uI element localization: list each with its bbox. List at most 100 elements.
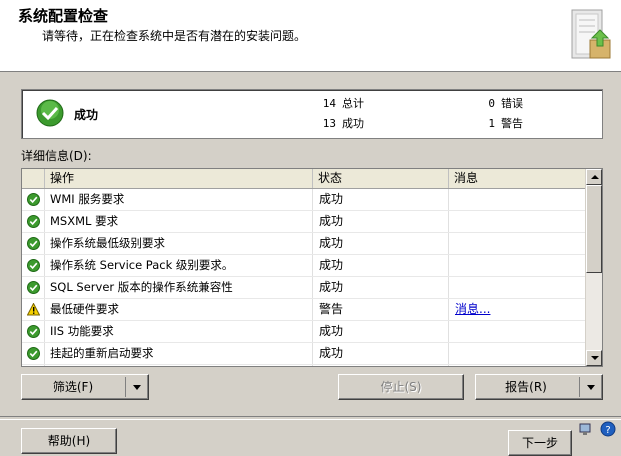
success-count: 13 <box>322 117 336 130</box>
stop-button[interactable]: 停止(S) <box>338 374 464 400</box>
row-status-icon-cell <box>22 343 45 364</box>
warning-icon <box>27 303 40 316</box>
page-title: 系统配置检查 <box>18 7 109 25</box>
success-label: 成功 <box>342 117 364 130</box>
table-row[interactable]: 性能监视器计数器要求成功 <box>22 365 585 366</box>
svg-text:?: ? <box>605 425 610 436</box>
table-row[interactable]: 挂起的重新启动要求 成功 <box>22 343 585 365</box>
arrow-up-icon <box>591 175 599 179</box>
table-row[interactable]: IIS 功能要求 成功 <box>22 321 585 343</box>
vertical-scrollbar[interactable] <box>585 169 602 366</box>
status-cell: 成功 <box>313 321 449 342</box>
report-button-label: 报告(R) <box>505 380 547 394</box>
table-row[interactable]: SQL Server 版本的操作系统兼容性 成功 <box>22 277 585 299</box>
row-status-icon-cell <box>22 255 45 276</box>
next-button[interactable]: 下一步 <box>508 430 572 456</box>
status-cell: 成功 <box>313 255 449 276</box>
warning-count: 1 <box>488 117 495 130</box>
operation-cell: 性能监视器计数器要求 <box>45 365 313 366</box>
row-status-icon-cell <box>22 233 45 254</box>
table-row[interactable]: 操作系统最低级别要求 成功 <box>22 233 585 255</box>
summary-panel: 成功 14 总计 13 成功 0 错误 1 警告 <box>21 89 603 139</box>
message-cell <box>449 255 585 276</box>
operation-cell: SQL Server 版本的操作系统兼容性 <box>45 277 313 298</box>
filter-button-label: 筛选(F) <box>52 380 94 394</box>
success-icon <box>27 347 40 360</box>
success-check-icon <box>36 99 64 127</box>
total-stat: 14 总计 <box>320 95 364 111</box>
report-dropdown-toggle[interactable] <box>579 377 602 397</box>
error-count: 0 <box>488 97 495 110</box>
row-status-icon-cell <box>22 299 45 320</box>
table-row[interactable]: 操作系统 Service Pack 级别要求。 成功 <box>22 255 585 277</box>
column-header-message[interactable]: 消息 <box>449 169 585 188</box>
network-icon[interactable] <box>578 421 594 437</box>
scroll-down-button[interactable] <box>586 350 602 366</box>
status-cell: 警告 <box>313 299 449 320</box>
row-status-icon-cell <box>22 189 45 210</box>
success-icon <box>27 325 40 338</box>
operation-cell: IIS 功能要求 <box>45 321 313 342</box>
message-cell <box>449 365 585 366</box>
dropdown-arrow-icon <box>133 385 141 390</box>
details-label: 详细信息(D): <box>21 149 92 163</box>
status-cell: 成功 <box>313 343 449 364</box>
success-icon <box>27 237 40 250</box>
column-header-status[interactable]: 状态 <box>313 169 449 188</box>
success-icon <box>27 193 40 206</box>
row-status-icon-cell <box>22 277 45 298</box>
warning-label: 警告 <box>501 117 523 130</box>
table-row[interactable]: WMI 服务要求 成功 <box>22 189 585 211</box>
status-cell: 成功 <box>313 233 449 254</box>
message-cell <box>449 277 585 298</box>
column-header-icon[interactable] <box>22 169 45 188</box>
message-cell <box>449 343 585 364</box>
status-cell: 成功 <box>313 189 449 210</box>
error-label: 错误 <box>501 97 523 110</box>
table-row[interactable]: MSXML 要求 成功 <box>22 211 585 233</box>
dropdown-arrow-icon <box>587 385 595 390</box>
report-button[interactable]: 报告(R) <box>475 374 603 400</box>
scroll-up-button[interactable] <box>586 169 602 185</box>
status-cell: 成功 <box>313 211 449 232</box>
operation-cell: 操作系统最低级别要求 <box>45 233 313 254</box>
footer-separator <box>0 416 621 420</box>
help-button[interactable]: 帮助(H) <box>21 428 117 454</box>
column-header-operation[interactable]: 操作 <box>45 169 313 188</box>
operation-cell: 最低硬件要求 <box>45 299 313 320</box>
message-cell: 消息... <box>449 299 585 320</box>
row-status-icon-cell <box>22 365 45 366</box>
status-cell: 成功 <box>313 365 449 366</box>
status-cell: 成功 <box>313 277 449 298</box>
results-table[interactable]: 操作 状态 消息 WMI 服务要求 成功 MSXML 要求 成功 操作系统最低级别要求成… <box>21 168 603 367</box>
row-status-icon-cell <box>22 211 45 232</box>
success-icon <box>27 259 40 272</box>
operation-cell: 挂起的重新启动要求 <box>45 343 313 364</box>
page-subtitle: 请等待，正在检查系统中是否有潜在的安装问题。 <box>42 29 307 43</box>
table-row[interactable]: 最低硬件要求 警告 消息... <box>22 299 585 321</box>
message-cell <box>449 321 585 342</box>
warning-stat: 1 警告 <box>479 115 523 131</box>
message-cell <box>449 189 585 210</box>
table-body: WMI 服务要求 成功 MSXML 要求 成功 操作系统最低级别要求 成功 操作系统 Ser… <box>22 189 585 366</box>
help-icon[interactable]: ? <box>600 421 616 437</box>
scroll-thumb[interactable] <box>586 185 602 273</box>
total-label: 总计 <box>342 97 364 110</box>
success-icon <box>27 281 40 294</box>
row-status-icon-cell <box>22 321 45 342</box>
success-icon <box>27 215 40 228</box>
wizard-header: 系统配置检查 请等待，正在检查系统中是否有潜在的安装问题。 <box>0 0 621 72</box>
operation-cell: 操作系统 Service Pack 级别要求。 <box>45 255 313 276</box>
table-header: 操作 状态 消息 <box>22 169 585 189</box>
filter-dropdown-toggle[interactable] <box>125 377 148 397</box>
operation-cell: MSXML 要求 <box>45 211 313 232</box>
summary-status: 成功 <box>74 108 99 122</box>
operation-cell: WMI 服务要求 <box>45 189 313 210</box>
error-stat: 0 错误 <box>479 95 523 111</box>
message-cell <box>449 211 585 232</box>
total-count: 14 <box>322 97 336 110</box>
server-install-icon <box>571 9 611 59</box>
success-stat: 13 成功 <box>320 115 364 131</box>
message-link[interactable]: 消息... <box>455 302 490 316</box>
filter-button[interactable]: 筛选(F) <box>21 374 149 400</box>
